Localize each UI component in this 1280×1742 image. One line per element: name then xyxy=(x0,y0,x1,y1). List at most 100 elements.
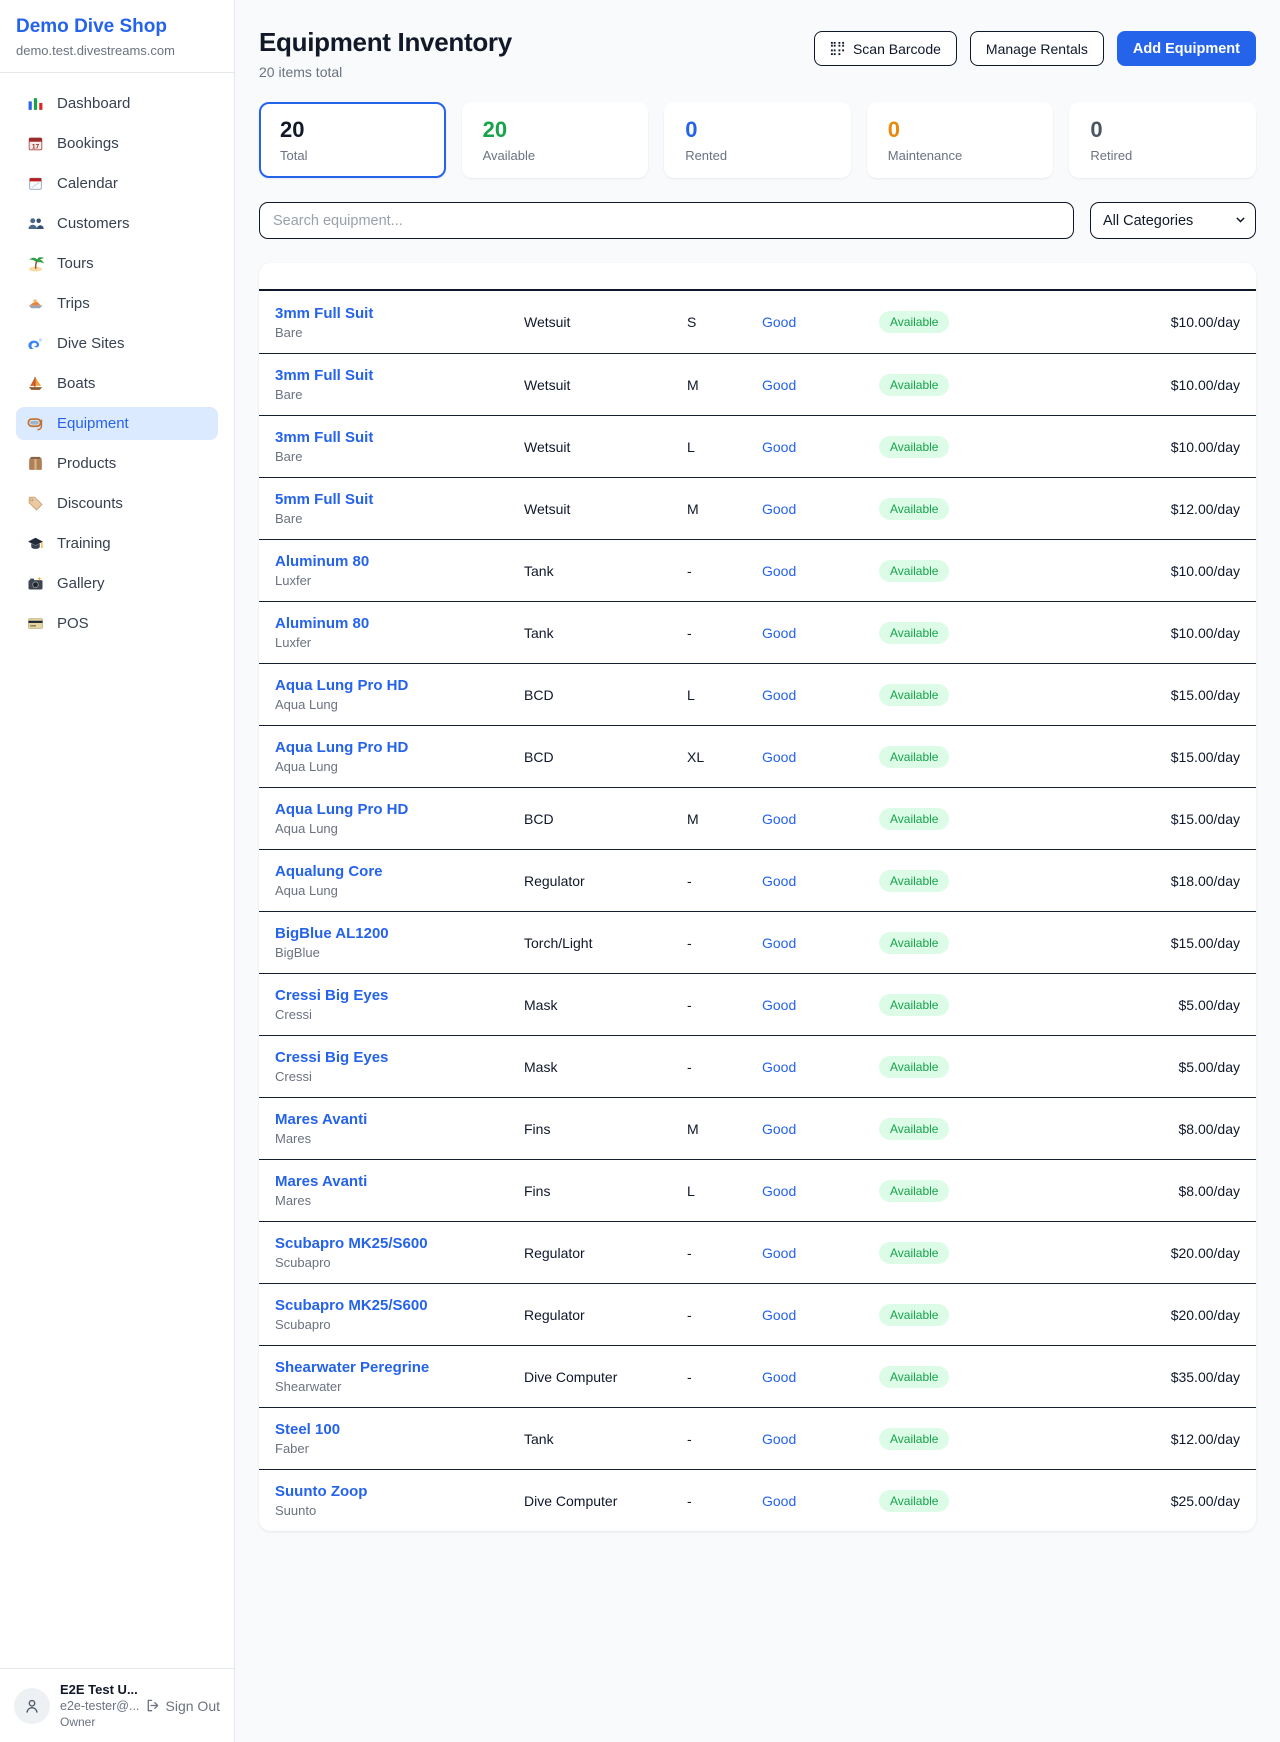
item-name-link[interactable]: Aluminum 80 xyxy=(275,615,369,632)
search-input[interactable] xyxy=(259,202,1074,239)
size-cell: M xyxy=(687,377,762,393)
item-name-link[interactable]: Scubapro MK25/S600 xyxy=(275,1297,428,1314)
manage-rentals-button[interactable]: Manage Rentals xyxy=(970,31,1104,66)
sidebar-item-label: Bookings xyxy=(57,135,119,152)
rental-cell: $10.00/day xyxy=(1079,314,1240,330)
scan-barcode-button[interactable]: Scan Barcode xyxy=(814,31,957,66)
filters-row: All Categories xyxy=(259,202,1256,239)
status-cell: Available xyxy=(879,1180,1079,1202)
page-title: Equipment Inventory xyxy=(259,27,512,58)
stat-card-maintenance[interactable]: 0 Maintenance xyxy=(867,102,1054,178)
status-cell: Available xyxy=(879,1242,1079,1264)
item-name-link[interactable]: Suunto Zoop xyxy=(275,1483,367,1500)
sidebar-item-dashboard[interactable]: Dashboard xyxy=(16,87,218,120)
condition-cell: Good xyxy=(762,687,879,703)
stat-card-total[interactable]: 20 Total xyxy=(259,102,446,178)
sign-out-button[interactable]: Sign Out xyxy=(145,1698,220,1714)
item-name-link[interactable]: Aluminum 80 xyxy=(275,553,369,570)
bookings-icon: 17 xyxy=(27,135,44,152)
sidebar-item-tours[interactable]: Tours xyxy=(16,247,218,280)
status-cell: Available xyxy=(879,374,1079,396)
category-cell: Mask xyxy=(524,997,687,1013)
table-row: Steel 100 Faber Tank - Good Available $1… xyxy=(259,1407,1256,1469)
item-name-link[interactable]: BigBlue AL1200 xyxy=(275,925,389,942)
rental-cell: $20.00/day xyxy=(1079,1245,1240,1261)
category-cell: Regulator xyxy=(524,873,687,889)
sidebar-item-bookings[interactable]: 17 Bookings xyxy=(16,127,218,160)
sidebar-item-label: Boats xyxy=(57,375,95,392)
condition-cell: Good xyxy=(762,935,879,951)
item-name-link[interactable]: Aqualung Core xyxy=(275,863,383,880)
sidebar-item-pos[interactable]: POS xyxy=(16,607,218,640)
item-name-link[interactable]: 3mm Full Suit xyxy=(275,305,373,322)
rental-cell: $15.00/day xyxy=(1079,811,1240,827)
table-row: Shearwater Peregrine Shearwater Dive Com… xyxy=(259,1345,1256,1407)
status-cell: Available xyxy=(879,1366,1079,1388)
item-name-link[interactable]: Aqua Lung Pro HD xyxy=(275,801,408,818)
item-name-link[interactable]: 5mm Full Suit xyxy=(275,491,373,508)
item-name-link[interactable]: Mares Avanti xyxy=(275,1173,367,1190)
status-cell: Available xyxy=(879,746,1079,768)
category-select[interactable]: All Categories xyxy=(1090,202,1256,239)
item-name-link[interactable]: Aqua Lung Pro HD xyxy=(275,677,408,694)
brand-domain: demo.test.divestreams.com xyxy=(16,43,218,58)
condition-cell: Good xyxy=(762,1431,879,1447)
item-name-link[interactable]: Mares Avanti xyxy=(275,1111,367,1128)
sign-out-icon xyxy=(145,1698,160,1713)
status-cell: Available xyxy=(879,1118,1079,1140)
stat-label: Maintenance xyxy=(888,148,1033,163)
sidebar-item-label: Training xyxy=(57,535,111,552)
table-header-row xyxy=(259,263,1256,291)
item-name-link[interactable]: Steel 100 xyxy=(275,1421,340,1438)
size-cell: M xyxy=(687,501,762,517)
item-name-link[interactable]: Aqua Lung Pro HD xyxy=(275,739,408,756)
item-cell: Shearwater Peregrine Shearwater xyxy=(275,1359,524,1394)
sidebar-item-label: Customers xyxy=(57,215,130,232)
condition-cell: Good xyxy=(762,563,879,579)
stat-card-rented[interactable]: 0 Rented xyxy=(664,102,851,178)
category-cell: Torch/Light xyxy=(524,935,687,951)
condition-cell: Good xyxy=(762,1121,879,1137)
sidebar-item-equipment[interactable]: Equipment xyxy=(16,407,218,440)
sidebar-item-customers[interactable]: Customers xyxy=(16,207,218,240)
sidebar-item-training[interactable]: Training xyxy=(16,527,218,560)
item-name-link[interactable]: 3mm Full Suit xyxy=(275,429,373,446)
condition-cell: Good xyxy=(762,1183,879,1199)
trips-icon xyxy=(27,295,44,312)
status-badge: Available xyxy=(879,1304,949,1326)
sidebar-item-trips[interactable]: Trips xyxy=(16,287,218,320)
sidebar-item-boats[interactable]: Boats xyxy=(16,367,218,400)
sidebar-item-discounts[interactable]: Discounts xyxy=(16,487,218,520)
sidebar: Demo Dive Shop demo.test.divestreams.com… xyxy=(0,0,235,1742)
rental-cell: $18.00/day xyxy=(1079,873,1240,889)
item-name-link[interactable]: Shearwater Peregrine xyxy=(275,1359,429,1376)
barcode-scan-icon xyxy=(830,41,845,56)
status-cell: Available xyxy=(879,1490,1079,1512)
stat-card-available[interactable]: 20 Available xyxy=(462,102,649,178)
sidebar-item-products[interactable]: Products xyxy=(16,447,218,480)
gallery-icon xyxy=(27,575,44,592)
size-cell: L xyxy=(687,1183,762,1199)
category-cell: Wetsuit xyxy=(524,377,687,393)
status-cell: Available xyxy=(879,311,1079,333)
item-name-link[interactable]: 3mm Full Suit xyxy=(275,367,373,384)
item-name-link[interactable]: Cressi Big Eyes xyxy=(275,987,388,1004)
size-cell: XL xyxy=(687,749,762,765)
status-badge: Available xyxy=(879,374,949,396)
add-equipment-button[interactable]: Add Equipment xyxy=(1117,31,1256,66)
stat-label: Available xyxy=(483,148,628,163)
sidebar-item-calendar[interactable]: Calendar xyxy=(16,167,218,200)
sidebar-item-dive-sites[interactable]: Dive Sites xyxy=(16,327,218,360)
sidebar-item-label: Products xyxy=(57,455,116,472)
item-name-link[interactable]: Scubapro MK25/S600 xyxy=(275,1235,428,1252)
status-badge: Available xyxy=(879,1242,949,1264)
rental-cell: $12.00/day xyxy=(1079,1431,1240,1447)
person-icon xyxy=(23,1697,41,1715)
stat-value: 20 xyxy=(280,117,425,143)
stat-card-retired[interactable]: 0 Retired xyxy=(1069,102,1256,178)
column-header xyxy=(1079,263,1240,289)
sidebar-item-gallery[interactable]: Gallery xyxy=(16,567,218,600)
status-cell: Available xyxy=(879,560,1079,582)
column-header xyxy=(524,263,687,289)
item-name-link[interactable]: Cressi Big Eyes xyxy=(275,1049,388,1066)
